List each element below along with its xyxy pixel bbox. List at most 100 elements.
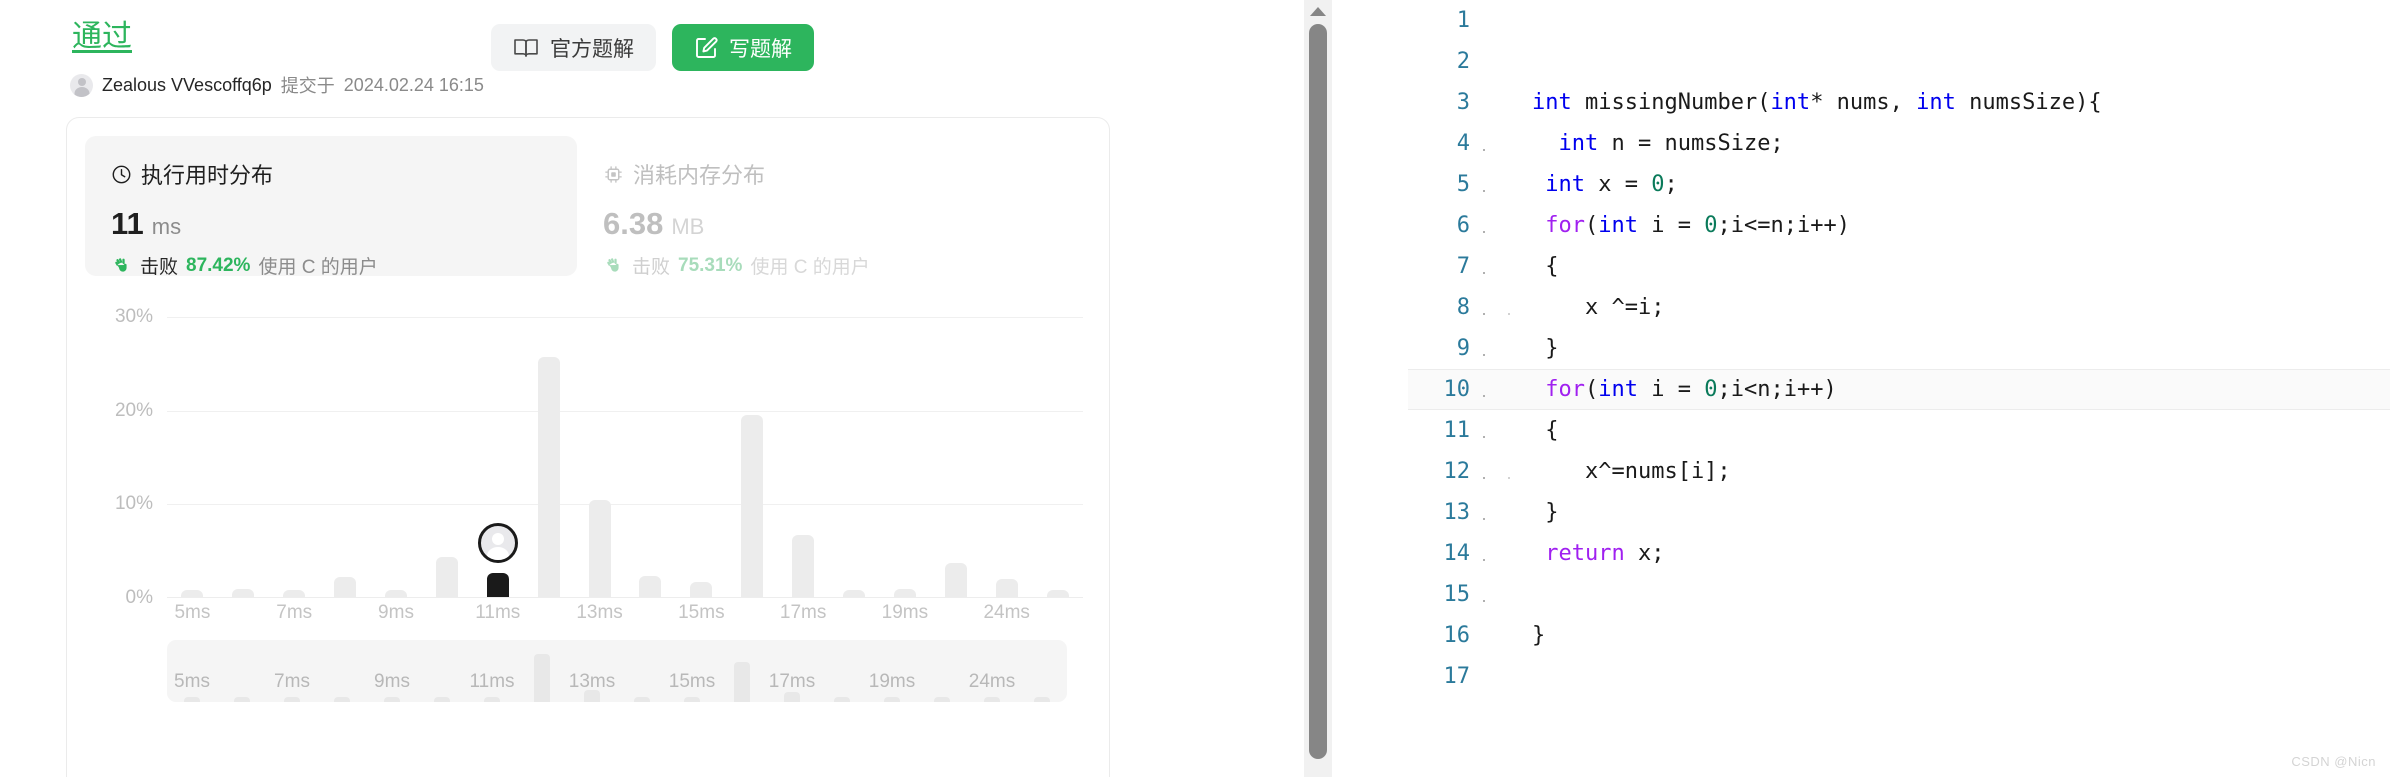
range-slider-tick: 7ms: [274, 671, 310, 692]
chart-bar-slot[interactable]: [167, 298, 218, 597]
code-line[interactable]: 1: [1408, 0, 2390, 41]
chart-bar-slot[interactable]: [778, 298, 829, 597]
official-solution-label: 官方题解: [550, 37, 634, 61]
line-number: 10: [1443, 377, 1471, 402]
chart-bar[interactable]: [435, 556, 458, 597]
chart-bar-slot[interactable]: [879, 298, 930, 597]
code-line[interactable]: 17: [1408, 656, 2390, 697]
chart-bar[interactable]: [690, 582, 713, 597]
line-number: 4: [1456, 131, 1470, 156]
chart-bar[interactable]: [181, 590, 204, 597]
code-line[interactable]: 16}: [1408, 615, 2390, 656]
tab-memory-head: 消耗内存分布: [603, 158, 1043, 190]
chart-bar[interactable]: [995, 579, 1018, 597]
chart-bar[interactable]: [232, 588, 255, 597]
range-slider-tick: [517, 671, 567, 693]
chart-bar-slot[interactable]: [218, 298, 269, 597]
chart-bar-slot[interactable]: [676, 298, 727, 597]
line-number: 17: [1443, 664, 1471, 689]
tab-runtime-distribution[interactable]: 执行用时分布 11 ms 击败 87.42% 使用 C 的用户: [85, 136, 577, 278]
range-slider-tick: [317, 671, 367, 693]
range-slider-labels: 5ms 7ms 9ms 11ms 13ms 15ms 17ms 19ms 24ms: [167, 671, 1067, 693]
user-name[interactable]: Zealous VVescoffq6p: [102, 75, 272, 96]
chart-plot-area: [167, 298, 1083, 598]
chart-bar[interactable]: [792, 535, 815, 597]
line-number: 14: [1443, 541, 1471, 566]
chart-bar[interactable]: [893, 588, 916, 597]
code-line[interactable]: 7 {: [1408, 246, 2390, 287]
chart-bar-slot[interactable]: [1032, 298, 1083, 597]
chart-bar-slot[interactable]: [930, 298, 981, 597]
code-line[interactable]: 4 int n = numsSize;: [1408, 123, 2390, 164]
chart-range-slider[interactable]: 5ms 7ms 9ms 11ms 13ms 15ms 17ms 19ms 24ms: [167, 640, 1067, 702]
range-slider-bar: [234, 697, 250, 702]
code-text: }: [1532, 500, 1559, 525]
memory-value-row: 6.38 MB: [603, 206, 1043, 242]
scroll-up-arrow-icon[interactable]: [1310, 7, 1326, 16]
chart-bar-user[interactable]: [486, 572, 509, 597]
range-slider-bar: [284, 697, 300, 702]
line-number: 9: [1456, 336, 1470, 361]
chart-x-tick: [523, 602, 574, 632]
code-line[interactable]: 5 int x = 0;: [1408, 164, 2390, 205]
range-slider-bar: [884, 697, 900, 702]
official-solution-button[interactable]: 官方题解: [491, 24, 656, 71]
chart-x-tick: 9ms: [378, 602, 414, 623]
chart-bar[interactable]: [741, 415, 764, 597]
chart-bar-slot[interactable]: [829, 298, 880, 597]
chart-bar[interactable]: [283, 589, 306, 597]
chart-bar[interactable]: [588, 499, 611, 597]
chart-x-tick: 5ms: [174, 602, 211, 623]
chart-bar-slot[interactable]: [727, 298, 778, 597]
range-slider-bar: [484, 697, 500, 702]
chart-bar[interactable]: [944, 563, 967, 597]
scrollbar-thumb[interactable]: [1309, 24, 1327, 759]
code-line[interactable]: 13 }: [1408, 492, 2390, 533]
chart-bar[interactable]: [843, 589, 866, 597]
code-line[interactable]: 6 for(int i = 0;i<=n;i++): [1408, 205, 2390, 246]
line-number: 1: [1456, 8, 1470, 33]
code-line[interactable]: 3 int missingNumber(int* nums, int numsSi…: [1408, 82, 2390, 123]
page-scrollbar[interactable]: [1304, 0, 1332, 777]
line-number: 2: [1456, 49, 1470, 74]
chart-bar-slot[interactable]: [371, 298, 422, 597]
chart-bar-slot[interactable]: [472, 298, 523, 597]
avatar[interactable]: [70, 73, 93, 97]
code-line[interactable]: 11 {: [1408, 410, 2390, 451]
chart-y-tick: 0%: [125, 587, 153, 608]
chart-x-tick: [727, 602, 778, 632]
user-position-avatar-marker[interactable]: [477, 522, 518, 563]
chart-bar-slot[interactable]: [625, 298, 676, 597]
code-line[interactable]: 15: [1408, 574, 2390, 615]
code-viewer[interactable]: 1 2 3 int missingNumber(int* nums, int nums…: [1408, 0, 2390, 777]
range-slider-tick: 11ms: [469, 671, 515, 692]
chart-bar-slot[interactable]: [523, 298, 574, 597]
chart-bar-slot[interactable]: [421, 298, 472, 597]
submission-status-link[interactable]: 通过: [72, 20, 132, 54]
tab-memory-distribution[interactable]: 消耗内存分布 6.38 MB 击败 75.31% 使用 C 的用户: [577, 136, 1069, 278]
chart-bar[interactable]: [639, 576, 662, 597]
chart-bar[interactable]: [385, 590, 407, 597]
memory-beat-tail: 使用 C 的用户: [750, 257, 870, 278]
chart-bar[interactable]: [1046, 590, 1069, 597]
chart-y-axis: 30% 20% 10% 0%: [85, 298, 161, 608]
code-line[interactable]: 12 x^=nums[i];: [1408, 451, 2390, 492]
code-line[interactable]: 9 }: [1408, 328, 2390, 369]
clap-icon: [111, 255, 132, 276]
chart-bar-slot[interactable]: [320, 298, 371, 597]
chart-bar[interactable]: [537, 357, 560, 597]
chart-bar-slot[interactable]: [269, 298, 320, 597]
code-line[interactable]: 14 return x;: [1408, 533, 2390, 574]
chart-x-tick: [320, 602, 371, 632]
chart-bar-slot[interactable]: [574, 298, 625, 597]
code-line[interactable]: 8 x ^=i;: [1408, 287, 2390, 328]
code-line[interactable]: 10 for(int i = 0;i<n;i++): [1408, 369, 2390, 410]
chart-bar-slot[interactable]: [981, 298, 1032, 597]
tab-runtime-head: 执行用时分布: [111, 158, 551, 190]
chart-x-tick: 19ms: [881, 602, 929, 623]
chart-bar[interactable]: [334, 577, 357, 597]
line-number: 13: [1443, 500, 1471, 525]
chart-x-tick: [625, 602, 676, 632]
write-solution-button[interactable]: 写题解: [672, 24, 814, 71]
code-line[interactable]: 2: [1408, 41, 2390, 82]
